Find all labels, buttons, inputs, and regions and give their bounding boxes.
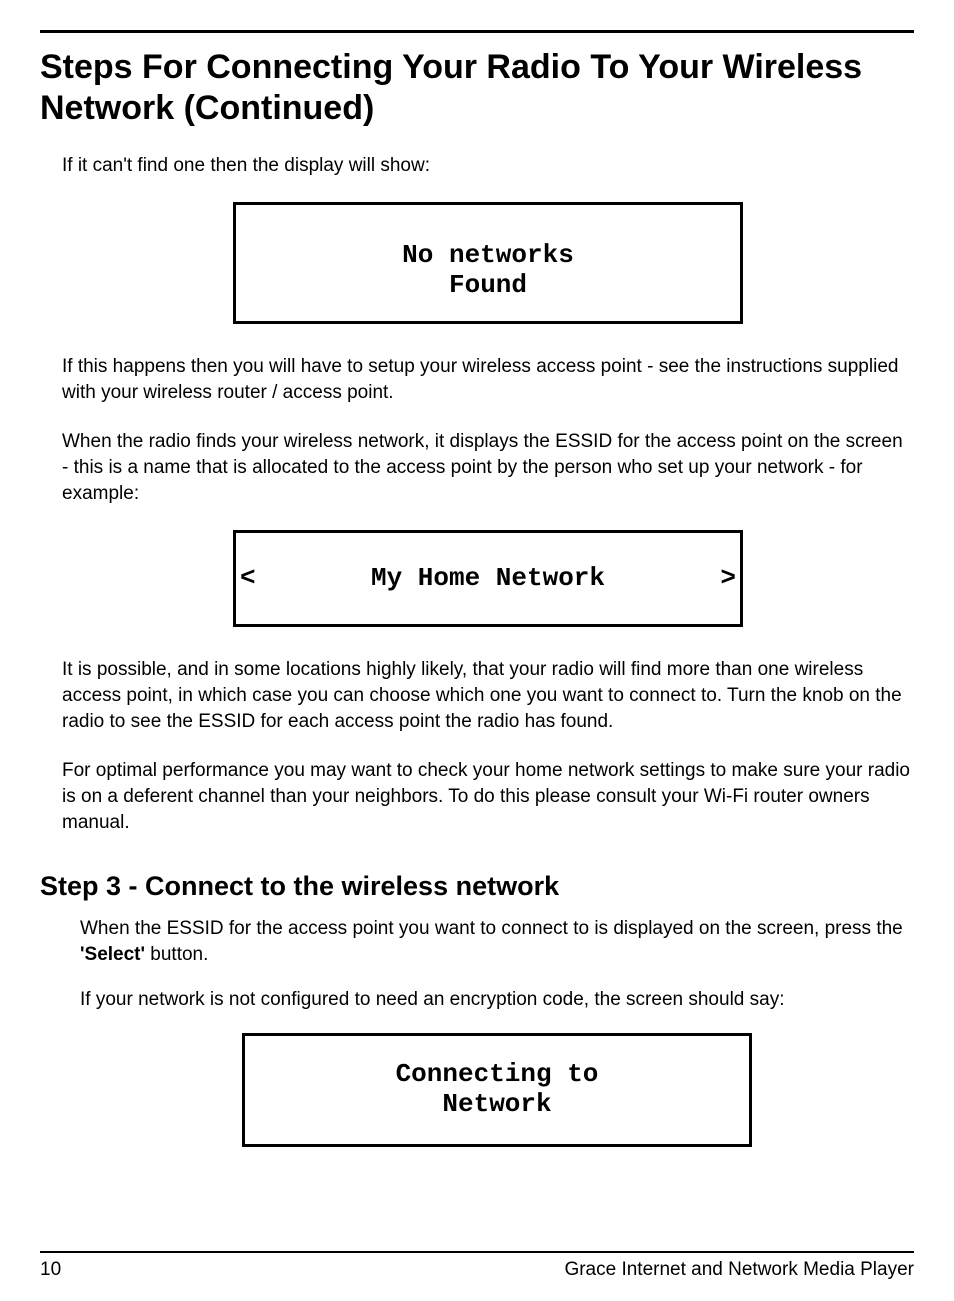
footer-horizontal-rule	[40, 1251, 914, 1253]
paragraph-multiple-ap: It is possible, and in some locations hi…	[62, 657, 914, 734]
paragraph-essid-explain: When the radio finds your wireless netwo…	[62, 429, 914, 506]
lcd-line: Found	[242, 271, 734, 301]
lcd-line: No networks	[242, 241, 734, 271]
chevron-right-icon: >	[720, 561, 736, 596]
page-title: Steps For Connecting Your Radio To Your …	[40, 47, 914, 129]
select-button-label: 'Select'	[80, 944, 145, 965]
lcd-essid-name: My Home Network	[256, 561, 721, 596]
lcd-line: Connecting to	[251, 1060, 743, 1090]
intro-paragraph-1: If it can't find one then the display wi…	[62, 153, 914, 179]
top-horizontal-rule	[40, 30, 914, 33]
step-3-heading: Step 3 - Connect to the wireless network	[40, 871, 914, 902]
paragraph-press-select: When the ESSID for the access point you …	[80, 916, 914, 967]
paragraph-channel-advice: For optimal performance you may want to …	[62, 758, 914, 835]
lcd-screen-no-networks: No networks Found	[233, 202, 743, 324]
text-fragment: When the ESSID for the access point you …	[80, 918, 903, 939]
lcd-screen-essid: < My Home Network >	[233, 530, 743, 627]
paragraph-no-encryption: If your network is not configured to nee…	[80, 987, 914, 1013]
paragraph-setup-ap: If this happens then you will have to se…	[62, 354, 914, 405]
footer-product-name: Grace Internet and Network Media Player	[564, 1259, 914, 1281]
page-number: 10	[40, 1259, 61, 1281]
page-footer: 10 Grace Internet and Network Media Play…	[40, 1251, 914, 1281]
chevron-left-icon: <	[240, 561, 256, 596]
text-fragment: button.	[145, 944, 208, 965]
lcd-screen-connecting: Connecting to Network	[242, 1033, 752, 1147]
lcd-line: Network	[251, 1090, 743, 1120]
